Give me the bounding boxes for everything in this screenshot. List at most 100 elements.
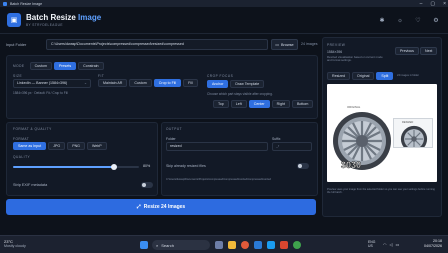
crop-hint: Choose which part stays visible after cr… bbox=[207, 92, 273, 96]
fit-fill[interactable]: Fill bbox=[183, 79, 198, 87]
heart-icon[interactable]: ♡ bbox=[414, 17, 422, 25]
app-taskbar-icon[interactable] bbox=[267, 241, 275, 249]
size-label: SIZE bbox=[13, 74, 23, 78]
quality-label: QUALITY bbox=[13, 155, 31, 159]
original-label: ORIGINAL bbox=[347, 105, 361, 109]
weather-widget[interactable]: 23°C Mostly cloudy bbox=[4, 239, 26, 248]
next-button[interactable]: Next bbox=[420, 47, 438, 55]
preview-canvas: ORIGINAL 3030 RESIZED bbox=[327, 84, 437, 182]
brand-title: Batch Resize Image bbox=[26, 13, 101, 22]
task-view-icon[interactable] bbox=[215, 241, 223, 249]
input-folder-row: Input Folder C:\Users\dwasp\Documents\Pr… bbox=[6, 39, 318, 50]
weather-desc: Mostly cloudy bbox=[4, 244, 26, 248]
format-jpg[interactable]: JPG bbox=[48, 142, 66, 150]
format-png[interactable]: PNG bbox=[67, 142, 85, 150]
preview-footer: Preview uses your image from the selecte… bbox=[327, 188, 435, 195]
preview-count: 24 images in folder bbox=[397, 74, 419, 77]
brand-main: Batch Resize bbox=[26, 13, 76, 22]
quality-value: 80% bbox=[143, 164, 151, 168]
previous-button[interactable]: Previous bbox=[395, 47, 419, 55]
app-taskbar-icon-2[interactable] bbox=[280, 241, 288, 249]
wheel-image-resized bbox=[400, 125, 428, 147]
file-explorer-icon[interactable] bbox=[228, 241, 236, 249]
fit-custom[interactable]: Custom bbox=[129, 79, 152, 87]
clock[interactable]: 20:18 04/07/2026 bbox=[424, 239, 442, 248]
app-header: ▣ Batch Resize Image BY STRYDELEAGUE ✱ ☼… bbox=[0, 7, 448, 34]
toggle-knob bbox=[298, 164, 302, 168]
resize-button-label: Resize 24 Images bbox=[143, 204, 186, 210]
browse-label: Browse bbox=[280, 42, 294, 47]
region-code: US bbox=[368, 244, 373, 248]
strip-exif-toggle[interactable] bbox=[141, 182, 153, 188]
output-path-hint: C:\Users\dwasp\Documents\Projects\compre… bbox=[166, 178, 271, 181]
crop-anchor-button[interactable]: Anchor bbox=[207, 80, 229, 88]
anchor-top[interactable]: Top bbox=[213, 100, 229, 108]
resized-preview-box: RESIZED bbox=[393, 118, 433, 148]
skip-resized-toggle[interactable] bbox=[297, 163, 309, 169]
tab-custom[interactable]: Custom bbox=[29, 62, 52, 70]
anchor-right[interactable]: Right bbox=[271, 100, 290, 108]
quality-slider-thumb[interactable] bbox=[110, 164, 117, 170]
folder-icon: ▭ bbox=[275, 43, 279, 47]
app-taskbar-icon-3[interactable] bbox=[293, 241, 301, 249]
fit-crop-to-fill[interactable]: Crop to Fill bbox=[153, 79, 182, 87]
brand-accent: Image bbox=[78, 13, 102, 22]
language-indicator[interactable]: ENG US bbox=[368, 240, 375, 248]
anchor-left[interactable]: Left bbox=[230, 100, 247, 108]
wheel-text: 3030 bbox=[341, 160, 362, 171]
wifi-icon: ◠ bbox=[383, 242, 387, 247]
preview-description: Resized visualisation based on current m… bbox=[327, 55, 383, 63]
fit-maintain-ar[interactable]: Maintain AR bbox=[98, 79, 128, 87]
format-panel: FORMAT & QUALITY FORMAT Same as Input JP… bbox=[6, 122, 158, 196]
size-preset-select[interactable]: LinkedIn — Banner (1584×396) ⌄ bbox=[13, 79, 91, 88]
format-section-title: FORMAT & QUALITY bbox=[13, 127, 52, 131]
crop-draw-template-button[interactable]: Draw Template bbox=[230, 80, 265, 88]
gear-icon[interactable]: ⚙ bbox=[432, 17, 440, 25]
resized-label: RESIZED bbox=[402, 121, 414, 124]
format-webp[interactable]: WebP bbox=[86, 142, 107, 150]
preview-tab-original[interactable]: Original bbox=[351, 72, 375, 80]
anchor-center[interactable]: Center bbox=[248, 100, 270, 108]
bug-icon[interactable]: ✱ bbox=[378, 17, 386, 25]
taskbar: 23°C Mostly cloudy ⌕ Search ENG US ◠ ◁ ▭… bbox=[0, 235, 448, 253]
strip-exif-label: Strip EXIF metadata bbox=[13, 183, 48, 187]
anchor-bottom[interactable]: Bottom bbox=[291, 100, 314, 108]
output-section-title: OUTPUT bbox=[166, 127, 183, 131]
preview-tab-resized[interactable]: Resized bbox=[327, 72, 350, 80]
tab-presets[interactable]: Presets bbox=[53, 62, 77, 70]
system-tray[interactable]: ◠ ◁ ▭ bbox=[383, 242, 399, 247]
suffix-field[interactable]: _r bbox=[272, 142, 312, 151]
resize-button[interactable]: ⤢ Resize 24 Images bbox=[6, 199, 316, 215]
maximize-icon[interactable]: ▢ bbox=[430, 1, 435, 7]
windows-start-icon[interactable] bbox=[140, 241, 148, 249]
preview-tab-split[interactable]: Split bbox=[376, 72, 394, 80]
quality-slider[interactable] bbox=[13, 164, 139, 170]
lightbulb-icon[interactable]: ☼ bbox=[396, 17, 404, 25]
vscode-icon[interactable] bbox=[254, 241, 262, 249]
clock-date: 04/07/2026 bbox=[424, 243, 442, 248]
taskbar-search[interactable]: ⌕ Search bbox=[152, 240, 210, 250]
input-folder-field[interactable]: C:\Users\dwasp\Documents\Projects\compre… bbox=[46, 39, 268, 50]
preview-section-title: PREVIEW bbox=[327, 43, 346, 47]
search-icon: ⌕ bbox=[156, 242, 159, 248]
quality-slider-fill bbox=[13, 166, 114, 168]
mode-panel: MODE Custom Presets Constrain SIZE Linke… bbox=[6, 55, 318, 119]
crop-focus-label: CROP FOCUS bbox=[207, 74, 234, 78]
minimize-icon[interactable]: – bbox=[420, 1, 423, 7]
chevron-down-icon: ⌄ bbox=[83, 81, 87, 85]
format-same-as-input[interactable]: Same as Input bbox=[13, 142, 47, 150]
image-count: 24 images bbox=[301, 42, 318, 46]
preview-tabs: Resized Original Split bbox=[327, 72, 394, 80]
size-hint: 1584×396 px · Default: Fit / Crop to Fil… bbox=[13, 91, 68, 95]
volume-icon: ◁ bbox=[389, 242, 393, 247]
suffix-label: Suffix bbox=[272, 137, 281, 141]
browse-button[interactable]: ▭ Browse bbox=[271, 39, 298, 50]
close-icon[interactable]: × bbox=[443, 1, 446, 7]
fit-label: FIT bbox=[98, 74, 105, 78]
app-icon bbox=[3, 1, 7, 6]
output-panel: OUTPUT Folder resized Suffix _r Skip alr… bbox=[161, 122, 318, 196]
firefox-icon[interactable] bbox=[241, 241, 249, 249]
output-folder-field[interactable]: resized bbox=[166, 142, 268, 151]
tab-constrain[interactable]: Constrain bbox=[78, 62, 104, 70]
resize-icon: ⤢ bbox=[136, 204, 141, 210]
